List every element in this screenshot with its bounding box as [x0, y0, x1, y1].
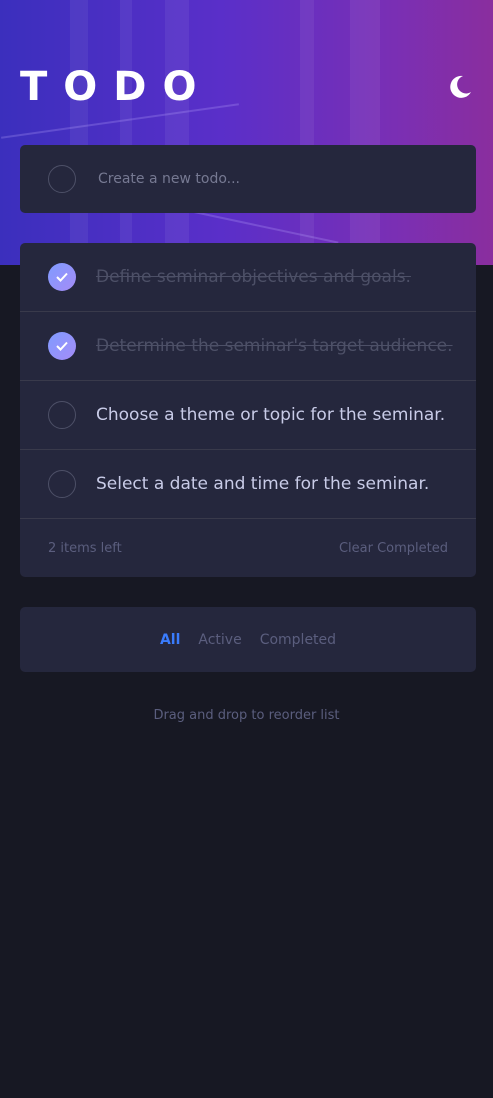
todo-item[interactable]: Select a date and time for the seminar.	[20, 450, 476, 519]
new-todo-check-circle[interactable]	[48, 165, 76, 193]
todo-list: Define seminar objectives and goals. Det…	[20, 243, 476, 577]
check-icon	[56, 272, 68, 282]
new-todo-card	[20, 145, 476, 213]
clear-completed-button[interactable]: Clear Completed	[339, 541, 448, 556]
todo-item[interactable]: Define seminar objectives and goals.	[20, 243, 476, 312]
todo-checkbox[interactable]	[48, 401, 76, 429]
new-todo-input[interactable]	[98, 171, 438, 187]
items-left-count: 2 items left	[48, 540, 122, 556]
todo-checkbox-checked[interactable]	[48, 332, 76, 360]
filter-bar: All Active Completed	[20, 607, 476, 672]
list-footer: 2 items left Clear Completed	[20, 519, 476, 577]
todo-text: Determine the seminar's target audience.	[96, 336, 453, 356]
todo-checkbox[interactable]	[48, 470, 76, 498]
app-header: TODO	[20, 62, 476, 112]
moon-icon[interactable]	[444, 71, 476, 103]
todo-checkbox-checked[interactable]	[48, 263, 76, 291]
todo-text: Select a date and time for the seminar.	[96, 474, 430, 494]
todo-item[interactable]: Choose a theme or topic for the seminar.	[20, 381, 476, 450]
filter-all[interactable]: All	[160, 632, 180, 648]
reorder-hint: Drag and drop to reorder list	[153, 708, 340, 723]
todo-text: Choose a theme or topic for the seminar.	[96, 405, 446, 425]
app-title: TODO	[20, 64, 213, 110]
filter-active[interactable]: Active	[198, 632, 241, 648]
check-icon	[56, 341, 68, 351]
todo-text: Define seminar objectives and goals.	[96, 267, 411, 287]
header-background-image	[0, 0, 493, 265]
filter-completed[interactable]: Completed	[260, 632, 336, 648]
todo-item[interactable]: Determine the seminar's target audience.	[20, 312, 476, 381]
